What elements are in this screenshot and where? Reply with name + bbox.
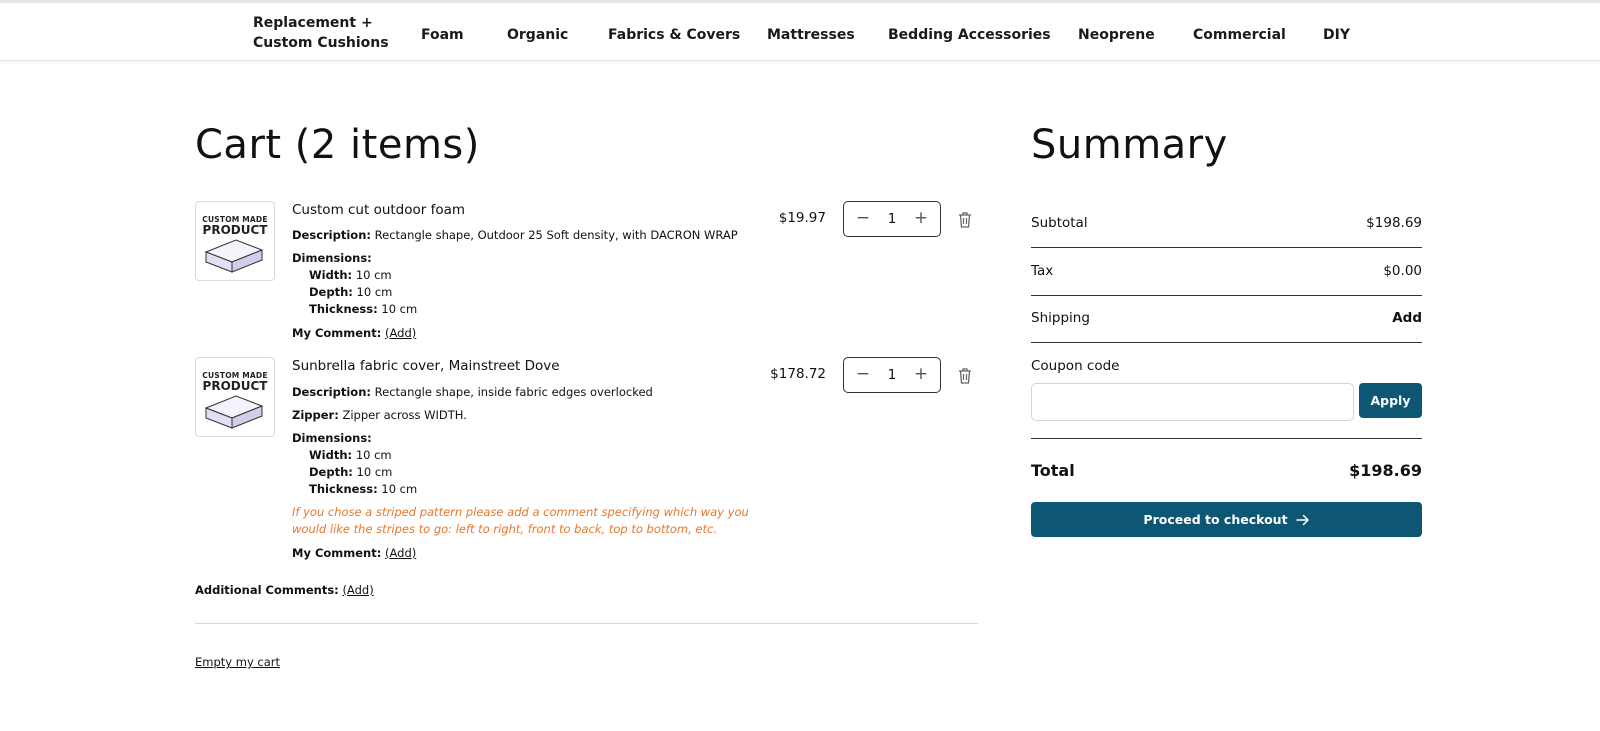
subtotal-label: Subtotal [1031,215,1088,231]
cart-item-price: $178.72 [770,366,826,382]
summary-title: Summary [1031,122,1228,168]
checkout-label: Proceed to checkout [1143,512,1288,527]
product-thumbnail[interactable]: CUSTOM MADE PRODUCT [195,357,275,437]
my-comment: My Comment: (Add) [292,326,416,340]
nav-item-fabrics-covers[interactable]: Fabrics & Covers [608,27,740,43]
add-comment-link[interactable]: (Add) [385,326,416,340]
cart-title: Cart (2 items) [195,122,480,168]
cart-item-zipper: Zipper: Zipper across WIDTH. [292,408,467,422]
foam-block-icon [204,239,264,273]
arrow-right-icon [1295,514,1309,525]
quantity-stepper: − 1 + [843,357,941,393]
cart-item-title[interactable]: Custom cut outdoor foam [292,202,465,218]
total-label: Total [1031,461,1075,480]
quantity-value[interactable]: 1 [874,358,910,392]
add-comment-link[interactable]: (Add) [385,546,416,560]
minus-icon: − [855,364,871,384]
dimension-width: Width: 10 cm [309,448,392,462]
coupon-input[interactable] [1031,383,1354,421]
increase-quantity-button[interactable]: + [906,358,936,392]
plus-icon: + [913,208,929,228]
my-comment-label: My Comment: [292,326,382,340]
nav-item-bedding-accessories[interactable]: Bedding Accessories [888,27,1051,43]
tax-value: $0.00 [1383,263,1422,279]
tax-label: Tax [1031,263,1054,279]
description-label: Description: [292,385,371,399]
product-thumbnail[interactable]: CUSTOM MADE PRODUCT [195,201,275,281]
empty-cart-link[interactable]: Empty my cart [195,655,280,669]
cart-divider [195,623,978,624]
add-shipping-link[interactable]: Add [1222,310,1422,326]
dimension-thickness: Thickness: 10 cm [309,302,418,316]
dimensions-label: Dimensions: [292,431,372,445]
total-value: $198.69 [1349,461,1422,480]
trash-icon[interactable] [956,210,974,230]
description-value: Rectangle shape, Outdoor 25 Soft density… [374,228,738,242]
dimensions-label: Dimensions: [292,251,372,265]
dimension-depth: Depth: 10 cm [309,285,393,299]
subtotal-value: $198.69 [1366,215,1422,231]
my-comment-label: My Comment: [292,546,382,560]
description-label: Description: [292,228,371,242]
cart-item-price: $19.97 [778,210,826,226]
summary-divider [1031,295,1422,296]
summary-divider [1031,247,1422,248]
additional-comments-label: Additional Comments: [195,583,339,597]
nav-item-organic[interactable]: Organic [507,27,568,43]
proceed-to-checkout-button[interactable]: Proceed to checkout [1031,502,1422,537]
cart-item-title[interactable]: Sunbrella fabric cover, Mainstreet Dove [292,358,560,374]
description-value: Rectangle shape, inside fabric edges ove… [374,385,653,399]
apply-coupon-button[interactable]: Apply [1359,383,1422,418]
additional-comments: Additional Comments: (Add) [195,583,374,597]
minus-icon: − [855,208,871,228]
dimension-depth: Depth: 10 cm [309,465,393,479]
foam-block-icon [204,395,264,429]
add-additional-comment-link[interactable]: (Add) [342,583,373,597]
my-comment: My Comment: (Add) [292,546,416,560]
thumbnail-label-bottom: PRODUCT [202,379,268,393]
shipping-label: Shipping [1031,310,1090,326]
thumbnail-label-bottom: PRODUCT [202,223,268,237]
plus-icon: + [913,364,929,384]
summary-divider [1031,342,1422,343]
top-navigation: Replacement + Custom Cushions Foam Organ… [0,0,1600,61]
coupon-label: Coupon code [1031,358,1120,374]
cart-item-description: Description: Rectangle shape, inside fab… [292,385,653,399]
trash-icon[interactable] [956,366,974,386]
cart-item-description: Description: Rectangle shape, Outdoor 25… [292,228,738,242]
increase-quantity-button[interactable]: + [906,202,936,236]
stripe-pattern-note: If you chose a striped pattern please ad… [292,505,749,536]
quantity-value[interactable]: 1 [874,202,910,236]
summary-divider [1031,438,1422,439]
nav-item-neoprene[interactable]: Neoprene [1078,27,1155,43]
nav-item-foam[interactable]: Foam [421,27,464,43]
nav-item-commercial[interactable]: Commercial [1193,27,1286,43]
dimension-thickness: Thickness: 10 cm [309,482,418,496]
nav-item-mattresses[interactable]: Mattresses [767,27,855,43]
nav-item-replacement-custom-cushions[interactable]: Replacement + Custom Cushions [253,13,393,53]
quantity-stepper: − 1 + [843,201,941,237]
dimension-width: Width: 10 cm [309,268,392,282]
nav-item-diy[interactable]: DIY [1323,27,1350,43]
